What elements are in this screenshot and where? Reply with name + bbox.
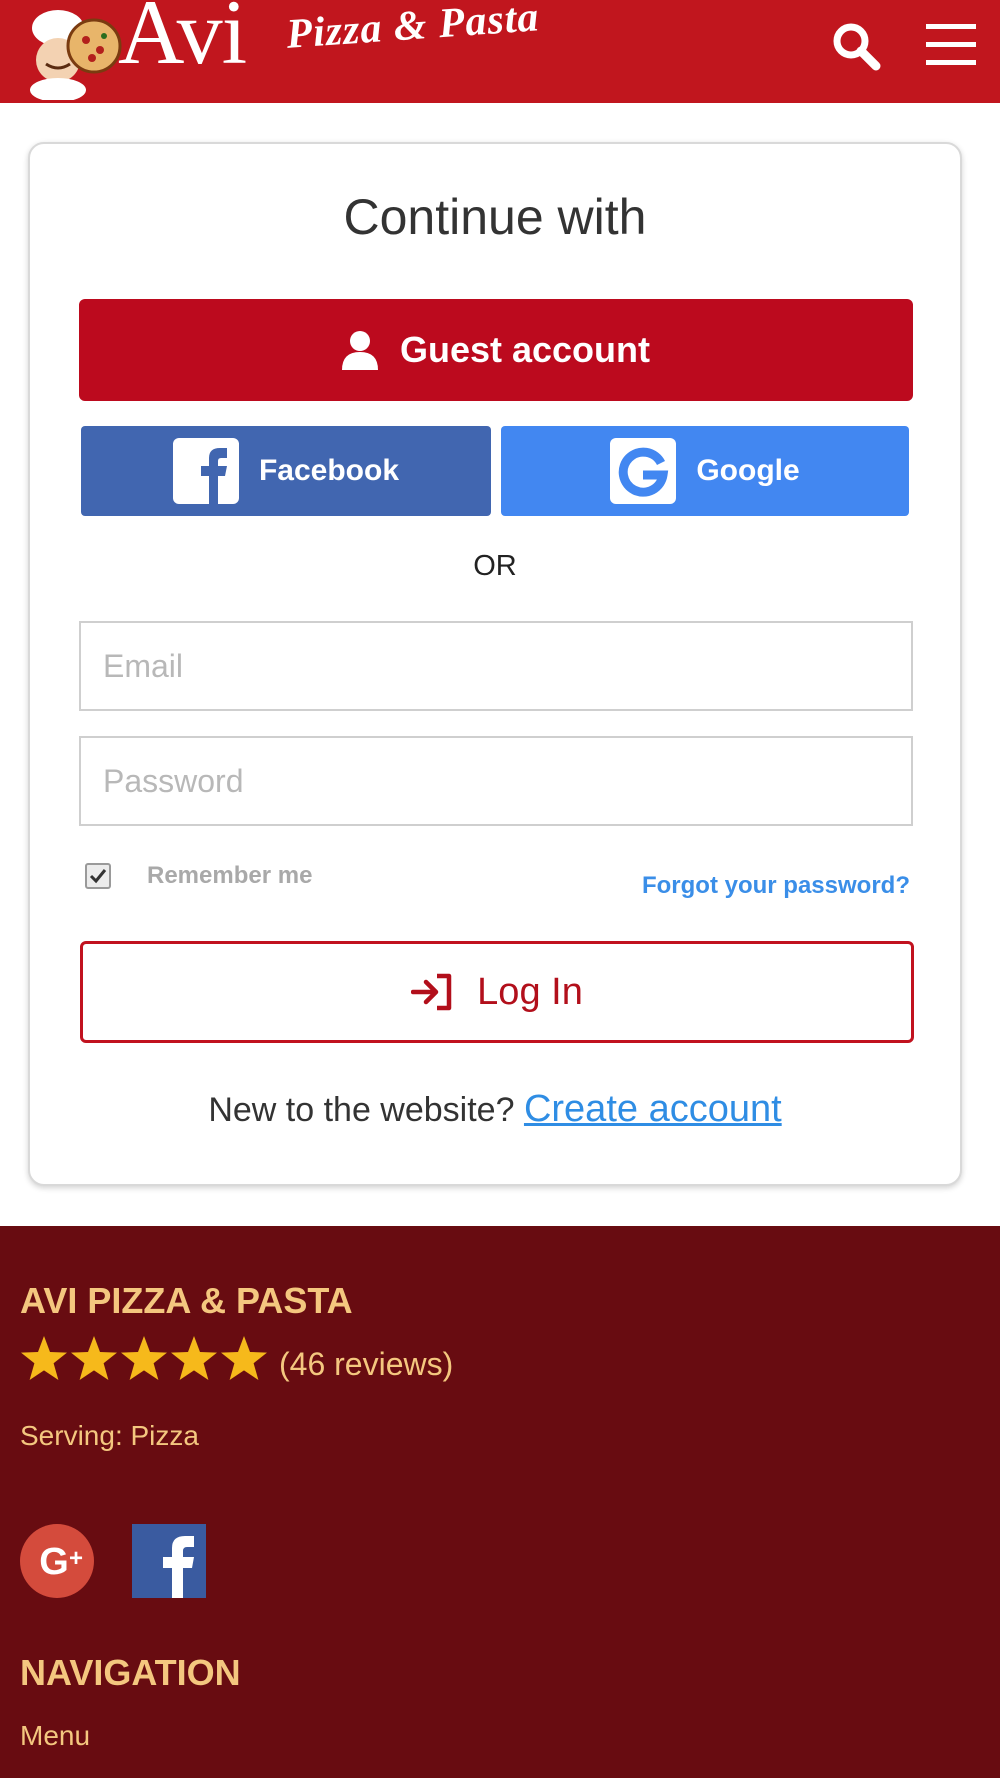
star-icon	[71, 1336, 117, 1380]
hamburger-menu-icon[interactable]	[926, 22, 976, 68]
sign-in-icon	[411, 973, 452, 1011]
rating-stars	[20, 1334, 270, 1382]
star-icon	[171, 1336, 217, 1380]
chef-logo-icon[interactable]	[18, 2, 126, 100]
google-plus-icon[interactable]: G +	[20, 1524, 94, 1598]
footer-nav-menu-link[interactable]: Menu	[20, 1720, 90, 1752]
facebook-logo-icon	[172, 438, 239, 504]
create-account-row: New to the website? Create account	[30, 1088, 960, 1131]
star-icon	[121, 1336, 167, 1380]
footer-brand: AVI PIZZA & PASTA	[20, 1280, 353, 1321]
remember-me-label: Remember me	[147, 862, 313, 889]
guest-account-button[interactable]: Guest account	[79, 299, 913, 401]
serving-text: Serving: Pizza	[20, 1420, 199, 1451]
login-card: Continue with Guest account Facebook Goo…	[28, 142, 962, 1186]
guest-account-label: Guest account	[399, 329, 651, 370]
create-account-link[interactable]: Create account	[524, 1088, 782, 1130]
google-label: Google	[696, 454, 800, 487]
or-divider: OR	[473, 550, 517, 582]
review-count[interactable]: (46 reviews)	[279, 1346, 453, 1383]
google-login-button[interactable]: Google	[501, 426, 909, 516]
site-header: Avi Pizza & Pasta	[0, 0, 1000, 103]
facebook-login-button[interactable]: Facebook	[81, 426, 491, 516]
remember-me[interactable]: Remember me	[85, 862, 312, 890]
svg-text:G: G	[39, 1541, 69, 1583]
logo-subtitle: Pizza & Pasta	[284, 0, 541, 58]
remember-me-checkbox[interactable]	[85, 863, 111, 889]
log-in-label: Log In	[477, 970, 583, 1013]
email-field[interactable]	[79, 621, 913, 711]
star-icon	[21, 1336, 67, 1380]
password-field[interactable]	[79, 736, 913, 826]
new-to-website-text: New to the website?	[208, 1091, 515, 1129]
footer-navigation-title: NAVIGATION	[20, 1652, 241, 1693]
site-footer: AVI PIZZA & PASTA (46 reviews) Serving: …	[0, 1226, 1000, 1778]
login-title: Continue with	[343, 189, 647, 245]
svg-text:+: +	[69, 1545, 83, 1572]
logo-title[interactable]: Avi	[118, 0, 247, 78]
facebook-label: Facebook	[258, 454, 400, 487]
log-in-button[interactable]: Log In	[80, 941, 914, 1043]
forgot-password-link[interactable]: Forgot your password?	[642, 872, 910, 900]
google-logo-icon	[610, 438, 677, 504]
facebook-icon[interactable]	[132, 1524, 206, 1598]
search-icon[interactable]	[830, 20, 882, 72]
user-icon	[341, 331, 378, 370]
checkmark-icon	[89, 869, 107, 884]
star-icon	[221, 1336, 267, 1380]
